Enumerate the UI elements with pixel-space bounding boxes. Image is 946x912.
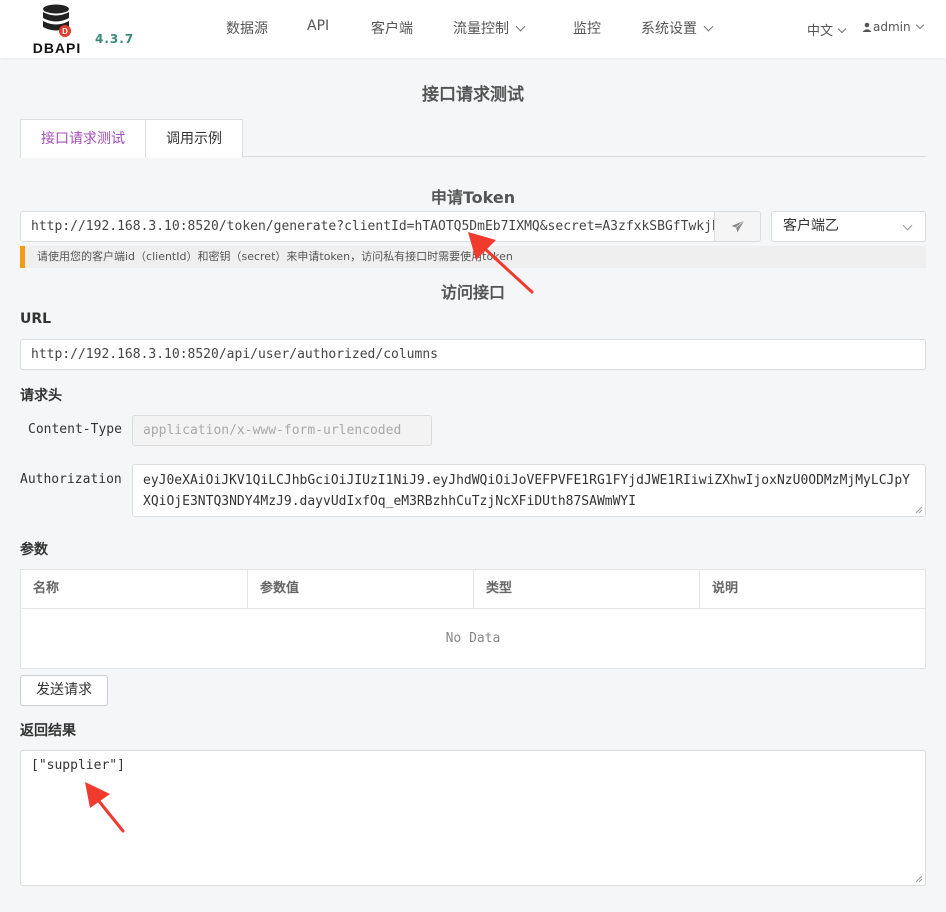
resize-grip-icon[interactable]	[915, 506, 923, 514]
tab-bar: 接口请求测试 调用示例	[20, 119, 926, 158]
dbapi-logo[interactable]: D DBAPI	[28, 4, 88, 56]
send-token-request-button[interactable]	[714, 211, 761, 242]
nav-label: 数据源	[226, 21, 268, 37]
url-label: URL	[20, 311, 52, 327]
nav-label: API	[307, 18, 330, 34]
params-label: 参数	[20, 542, 48, 558]
send-request-button[interactable]: 发送请求	[20, 675, 108, 706]
nav-label: 监控	[573, 21, 601, 37]
result-value: ["supplier"]	[31, 758, 125, 773]
nav-label: 系统设置	[641, 21, 697, 37]
nav-label: 客户端	[371, 21, 413, 37]
chevron-down-icon	[515, 21, 526, 32]
top-navbar: D DBAPI 4.3.7 数据源 API 客户端 流量控制 监控 系统设置 中…	[0, 0, 946, 58]
database-icon: D	[43, 4, 71, 37]
user-icon	[862, 22, 872, 32]
params-table: 名称 参数值 类型 说明 No Data	[20, 569, 926, 669]
nav-datasource[interactable]: 数据源	[226, 18, 268, 38]
column-header-value: 参数值	[248, 570, 474, 609]
language-dropdown[interactable]: 中文	[807, 20, 847, 39]
params-table-header: 名称 参数值 类型 说明	[21, 570, 925, 609]
content-type-value-field[interactable]: application/x-www-form-urlencoded	[132, 415, 432, 446]
result-textarea[interactable]: ["supplier"]	[20, 750, 926, 886]
token-tip-text: 请使用您的客户端id（clientId）和密钥（secret）来申请token，…	[37, 250, 513, 263]
page-title: 接口请求测试	[422, 85, 524, 105]
nav-traffic-control[interactable]: 流量控制	[453, 18, 526, 38]
paper-plane-icon	[731, 220, 745, 233]
nav-monitor[interactable]: 监控	[573, 18, 601, 38]
version-label: 4.3.7	[95, 32, 135, 46]
resize-grip-icon[interactable]	[915, 875, 923, 883]
client-select[interactable]: 客户端乙	[771, 211, 926, 242]
header-name-content-type: Content-Type	[28, 422, 122, 437]
token-url-input[interactable]: http://192.168.3.10:8520/token/generate?…	[20, 211, 715, 242]
api-url-input[interactable]: http://192.168.3.10:8520/api/user/author…	[20, 339, 926, 370]
username-label: admin	[873, 20, 911, 34]
svg-text:D: D	[62, 27, 68, 36]
client-select-value: 客户端乙	[783, 218, 839, 234]
nav-label: 流量控制	[453, 21, 509, 37]
column-header-description: 说明	[712, 581, 739, 596]
column-header-name: 名称	[21, 570, 248, 609]
annotation-arrow-icon	[468, 232, 534, 294]
authorization-value: eyJ0eXAiOiJKV1QiLCJhbGciOiJIUzI1NiJ9.eyJ…	[143, 473, 911, 509]
nav-client[interactable]: 客户端	[371, 18, 413, 38]
column-header-type: 类型	[474, 570, 700, 609]
headers-label: 请求头	[20, 388, 62, 404]
tab-call-example[interactable]: 调用示例	[145, 119, 243, 158]
chevron-down-icon	[703, 21, 714, 32]
token-section-heading: 申请Token	[430, 188, 516, 207]
tab-request-test[interactable]: 接口请求测试	[20, 119, 146, 158]
chevron-down-icon	[902, 220, 913, 231]
result-label: 返回结果	[20, 723, 76, 739]
nav-api[interactable]: API	[307, 18, 329, 34]
authorization-textarea[interactable]: eyJ0eXAiOiJKV1QiLCJhbGciOiJIUzI1NiJ9.eyJ…	[132, 464, 926, 517]
params-empty-state: No Data	[445, 631, 501, 646]
chevron-down-icon	[915, 20, 924, 30]
language-label: 中文	[807, 24, 834, 39]
annotation-arrow-icon	[85, 782, 125, 833]
logo-text: DBAPI	[32, 40, 82, 56]
nav-system-settings[interactable]: 系统设置	[641, 18, 714, 38]
chevron-down-icon	[837, 24, 847, 34]
header-name-authorization: Authorization	[20, 472, 122, 487]
user-dropdown[interactable]: admin	[862, 20, 924, 34]
